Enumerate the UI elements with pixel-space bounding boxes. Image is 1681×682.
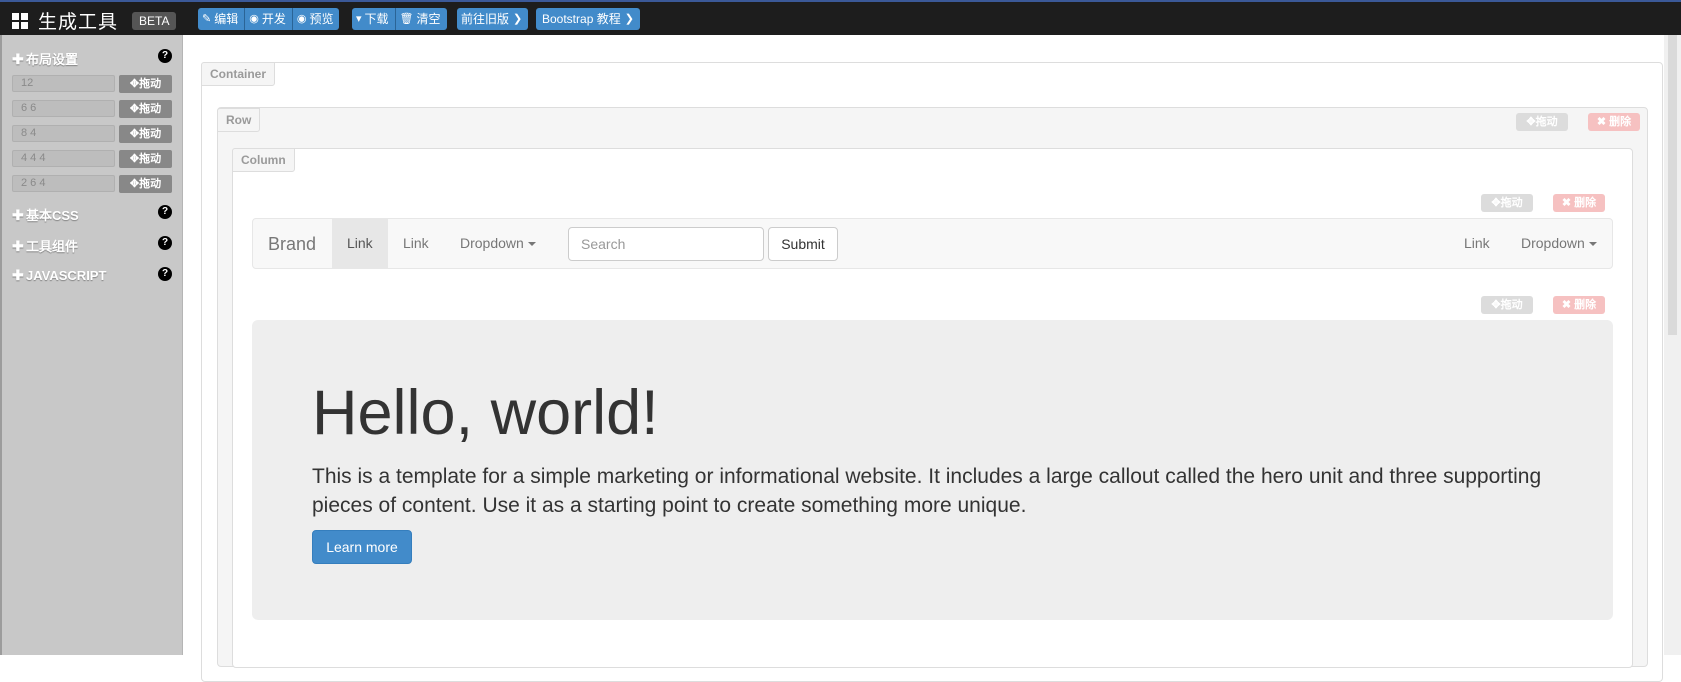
- javascript-header[interactable]: ✚ JAVASCRIPT ?: [12, 267, 172, 285]
- move-icon: ✥: [129, 103, 140, 115]
- column-label: Column: [232, 148, 295, 172]
- trash-icon: 🗑: [399, 13, 414, 25]
- plus-icon: ✚: [12, 238, 24, 254]
- bootstrap-navbar: Brand Link Link Dropdown Submit Link Dro…: [252, 218, 1613, 269]
- eye-slash-icon: ◉: [249, 13, 259, 25]
- vertical-scrollbar[interactable]: [1664, 35, 1681, 655]
- beta-badge: BETA: [132, 11, 177, 30]
- row-delete-button[interactable]: ✖ 删除: [1588, 113, 1640, 131]
- search-input[interactable]: [568, 227, 764, 261]
- layout-input[interactable]: 6 6: [12, 100, 115, 117]
- tutorial-group: Bootstrap 教程 ❯: [536, 8, 640, 30]
- close-icon: ✖: [1596, 116, 1607, 128]
- sidebar-edge: [0, 35, 2, 655]
- layout-input[interactable]: 4 4 4: [12, 150, 115, 167]
- app-title: 生成工具: [38, 12, 119, 33]
- move-icon: ✥: [129, 78, 140, 90]
- old-version-button[interactable]: 前往旧版 ❯: [457, 8, 529, 30]
- chevron-right-icon: ❯: [513, 13, 523, 25]
- jumbotron-heading: Hello, world!: [312, 378, 659, 448]
- help-icon[interactable]: ?: [158, 49, 172, 63]
- close-icon: ✖: [1561, 299, 1572, 311]
- top-navbar: 生成工具 BETA ✎ 编辑 ◉ 开发 ◉ 预览 ▾ 下载 🗑 清空 前往旧版 ❯ Boot…: [0, 0, 1681, 35]
- container-label: Container: [201, 62, 276, 86]
- drag-handle[interactable]: ✥拖动: [119, 125, 172, 143]
- row-drag-button[interactable]: ✥拖动: [1516, 113, 1568, 131]
- navbar-brand[interactable]: Brand: [268, 234, 316, 255]
- edit-button[interactable]: ✎ 编辑: [198, 8, 246, 30]
- nav-link[interactable]: Link: [388, 219, 444, 268]
- plus-icon: ✚: [12, 267, 24, 283]
- layout-input[interactable]: 2 6 4: [12, 175, 115, 192]
- develop-button[interactable]: ◉ 开发: [245, 8, 293, 30]
- drag-handle[interactable]: ✥拖动: [119, 100, 172, 118]
- nav-dropdown[interactable]: Dropdown: [445, 219, 551, 268]
- plus-icon: ✚: [12, 51, 24, 67]
- learn-more-button[interactable]: Learn more: [312, 530, 412, 564]
- jumbotron-drag-button[interactable]: ✥拖动: [1481, 296, 1533, 314]
- caret-down-icon: [1588, 242, 1597, 247]
- move-icon: ✥: [1491, 197, 1501, 209]
- file-button-group: ▾ 下载 🗑 清空: [352, 8, 447, 30]
- components-header[interactable]: ✚ 工具组件 ?: [12, 236, 172, 254]
- jumbotron-text: This is a template for a simple marketin…: [312, 465, 1542, 517]
- jumbotron: Hello, world! This is a template for a s…: [252, 320, 1613, 620]
- download-button[interactable]: ▾ 下载: [352, 8, 396, 30]
- nav-delete-button[interactable]: ✖ 删除: [1553, 194, 1605, 212]
- clear-button[interactable]: 🗑 清空: [395, 8, 447, 30]
- move-icon: ✥: [1491, 299, 1501, 311]
- move-icon: ✥: [1526, 116, 1536, 128]
- move-icon: ✥: [129, 153, 140, 165]
- layout-input[interactable]: 12: [12, 75, 115, 92]
- eye-icon: ◉: [296, 13, 307, 25]
- nav-right-link[interactable]: Link: [1449, 219, 1505, 268]
- help-icon[interactable]: ?: [158, 236, 172, 250]
- plus-icon: ✚: [12, 207, 24, 223]
- mode-button-group: ✎ 编辑 ◉ 开发 ◉ 预览: [198, 8, 340, 30]
- layout-settings-header[interactable]: ✚ 布局设置 ?: [12, 49, 172, 67]
- grid-logo-icon: [12, 12, 28, 29]
- basic-css-header[interactable]: ✚ 基本CSS ?: [12, 205, 172, 223]
- app-brand[interactable]: 生成工具 BETA: [12, 7, 177, 34]
- drag-handle[interactable]: ✥拖动: [119, 150, 172, 168]
- drag-handle[interactable]: ✥拖动: [119, 175, 172, 193]
- submit-button[interactable]: Submit: [768, 227, 838, 261]
- move-icon: ✥: [129, 178, 140, 190]
- old-version-group: 前往旧版 ❯: [457, 8, 529, 30]
- nav-drag-button[interactable]: ✥拖动: [1481, 194, 1533, 212]
- nav-right-dropdown[interactable]: Dropdown: [1506, 219, 1612, 268]
- preview-button[interactable]: ◉ 预览: [292, 8, 340, 30]
- close-icon: ✖: [1561, 197, 1572, 209]
- jumbotron-delete-button[interactable]: ✖ 删除: [1553, 296, 1605, 314]
- chevron-right-icon: ❯: [624, 13, 634, 25]
- chevron-down-icon: ▾: [356, 13, 362, 25]
- move-icon: ✥: [129, 128, 140, 140]
- caret-down-icon: [527, 242, 536, 247]
- drag-handle[interactable]: ✥拖动: [119, 75, 172, 93]
- nav-link-active[interactable]: Link: [332, 219, 388, 268]
- row-label: Row: [217, 108, 261, 132]
- help-icon[interactable]: ?: [158, 267, 172, 281]
- help-icon[interactable]: ?: [158, 205, 172, 219]
- scrollbar-thumb[interactable]: [1668, 35, 1677, 335]
- bootstrap-tutorial-button[interactable]: Bootstrap 教程 ❯: [536, 8, 640, 30]
- layout-input[interactable]: 8 4: [12, 125, 115, 142]
- edit-icon: ✎: [202, 13, 212, 25]
